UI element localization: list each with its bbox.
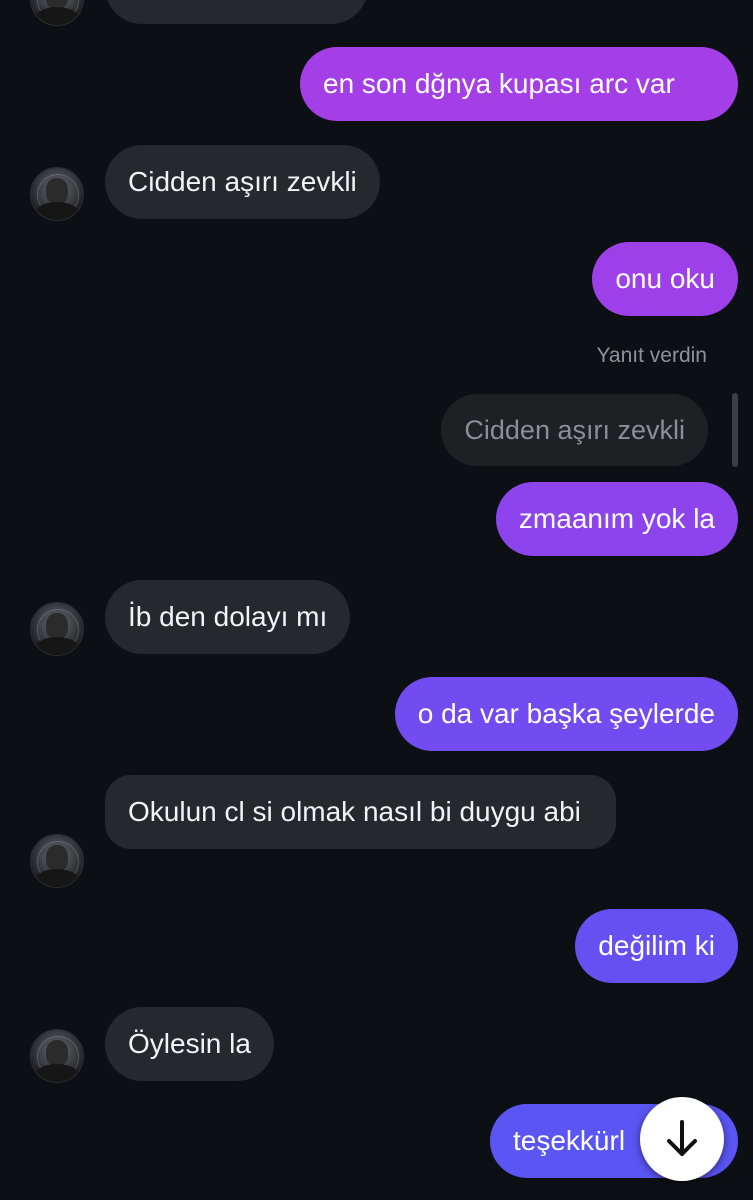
avatar-face xyxy=(46,178,68,204)
message-bubble-incoming[interactable] xyxy=(105,0,368,24)
reply-quoted-message[interactable]: Cidden aşırı zevkli xyxy=(441,394,708,466)
message-bubble-outgoing[interactable]: onu oku xyxy=(592,242,738,316)
avatar-shoulders xyxy=(35,1064,79,1082)
message-text: Öylesin la xyxy=(128,1028,251,1059)
message-text: onu oku xyxy=(615,263,715,294)
avatar[interactable] xyxy=(30,602,84,656)
avatar-shoulders xyxy=(35,202,79,220)
message-text: İb den dolayı mı xyxy=(128,601,328,632)
message-bubble-outgoing[interactable]: zmaanım yok la xyxy=(495,482,738,556)
avatar[interactable] xyxy=(30,167,84,221)
avatar[interactable] xyxy=(30,0,84,26)
avatar-shoulders xyxy=(35,637,79,655)
avatar-shoulders xyxy=(35,869,79,887)
message-text: Okulun cl si olmak nasıl bi duygu abi xyxy=(128,796,581,827)
message-text: teşekkürl xyxy=(513,1125,626,1156)
avatar[interactable] xyxy=(30,1029,84,1083)
avatar-face xyxy=(46,845,68,871)
reply-quoted-text: Cidden aşırı zevkli xyxy=(464,415,685,445)
scroll-to-bottom-button[interactable] xyxy=(640,1097,724,1181)
message-bubble-incoming[interactable]: İb den dolayı mı xyxy=(105,580,351,654)
reply-label: Yanıt verdin xyxy=(596,344,707,367)
message-text: zmaanım yok la xyxy=(518,503,715,534)
avatar-shoulders xyxy=(35,7,79,25)
message-bubble-outgoing[interactable]: en son dğnya kupası arc var xyxy=(300,47,738,121)
avatar[interactable] xyxy=(30,834,84,888)
reply-indicator-bar xyxy=(732,393,738,467)
message-text: değilim ki xyxy=(598,930,715,961)
message-text: en son dğnya kupası arc var xyxy=(323,68,675,99)
avatar-face xyxy=(46,1040,68,1066)
message-bubble-outgoing[interactable]: değilim ki xyxy=(575,909,738,983)
message-text: Cidden aşırı zevkli xyxy=(128,166,357,197)
message-bubble-outgoing[interactable]: o da var başka şeylerde xyxy=(394,677,738,751)
arrow-down-icon xyxy=(667,1120,697,1156)
message-bubble-incoming[interactable]: Okulun cl si olmak nasıl bi duygu abi xyxy=(105,775,616,849)
message-bubble-incoming[interactable]: Cidden aşırı zevkli xyxy=(105,145,380,219)
message-bubble-incoming[interactable]: Öylesin la xyxy=(105,1007,274,1081)
message-text: o da var başka şeylerde xyxy=(417,698,715,729)
avatar-face xyxy=(46,613,68,639)
